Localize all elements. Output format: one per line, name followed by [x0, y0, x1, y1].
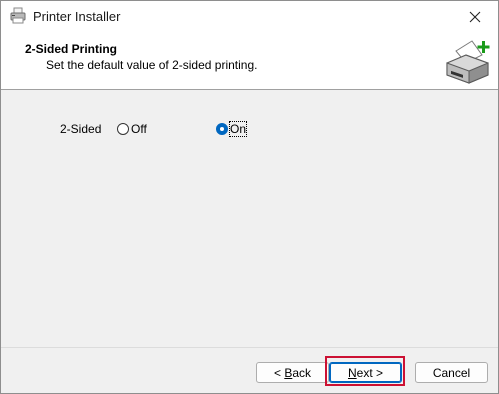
two-sided-label: 2-Sided [60, 122, 102, 136]
cancel-label: Cancel [432, 365, 471, 380]
next-mnemonic: N [347, 365, 357, 380]
wizard-header: 2-Sided Printing Set the default value o… [1, 32, 498, 89]
header-divider [1, 89, 498, 90]
radio-off[interactable]: Off [117, 122, 147, 136]
close-button[interactable] [452, 1, 498, 32]
next-rest: ext > [356, 365, 384, 380]
back-prefix: < [273, 365, 285, 380]
radio-on[interactable]: On [216, 121, 248, 137]
page-title: 2-Sided Printing [25, 42, 118, 56]
radio-on-label: On [228, 121, 248, 137]
back-rest: ack [292, 365, 312, 380]
next-button[interactable]: Next > [329, 362, 402, 383]
back-button[interactable]: < Back [256, 362, 329, 383]
footer-divider [1, 347, 498, 348]
window-title: Printer Installer [33, 9, 121, 24]
cancel-button[interactable]: Cancel [415, 362, 488, 383]
radio-on-circle[interactable] [216, 123, 228, 135]
page-subtitle: Set the default value of 2-sided printin… [46, 58, 258, 72]
installer-window: Printer Installer 2-Sided Printing Set t… [0, 0, 499, 394]
printer-add-icon [446, 40, 490, 84]
radio-off-circle[interactable] [117, 123, 129, 135]
back-mnemonic: B [284, 365, 293, 380]
close-icon [469, 11, 481, 22]
title-bar: Printer Installer [1, 1, 498, 32]
printer-icon [10, 7, 26, 24]
radio-off-label: Off [131, 122, 147, 136]
